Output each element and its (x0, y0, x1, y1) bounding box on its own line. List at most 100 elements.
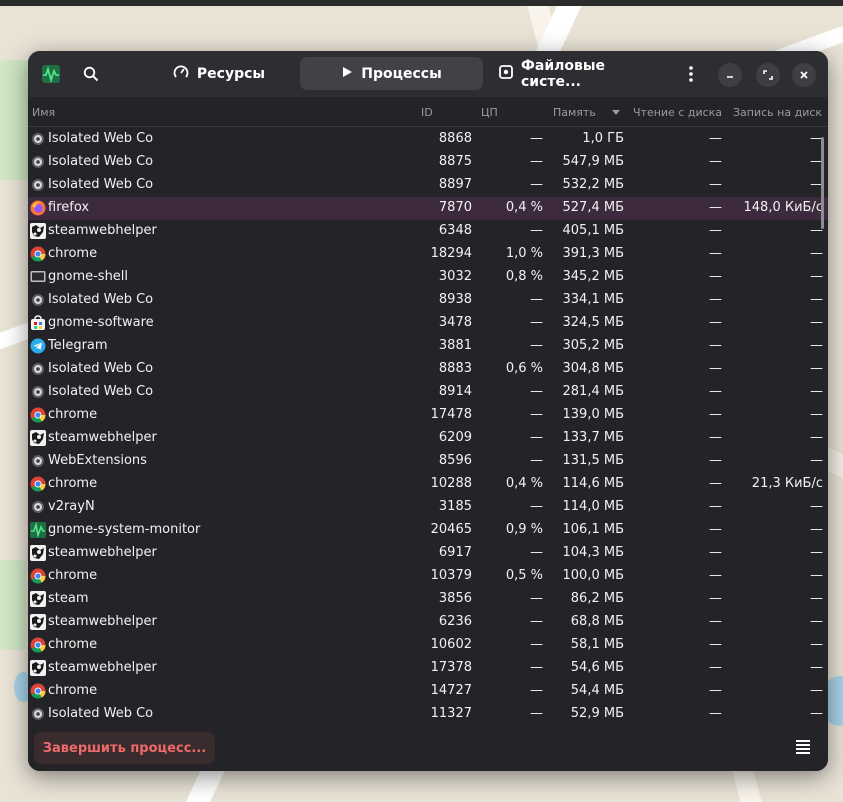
process-row[interactable]: v2rayN 3185 — 114,0 МБ — — (28, 496, 828, 519)
process-row[interactable]: Isolated Web Co 8875—547,9 МБ — — (28, 151, 828, 174)
close-button[interactable] (792, 63, 816, 87)
process-row[interactable]: Telegram 3881 — 305,2 МБ — — (28, 335, 828, 358)
process-row[interactable]: gnome-shell 3032 0,8 % 345,2 МБ — — (28, 266, 828, 289)
process-name: chrome (48, 637, 98, 652)
process-id: 8897 (438, 177, 472, 192)
process-name: steamwebhelper (48, 223, 157, 238)
process-row[interactable]: firefox 7870 0,4 % 527,4 МБ — 148,0 КиБ/с (28, 197, 828, 220)
system-monitor-icon (30, 521, 46, 538)
process-cpu: — (530, 407, 543, 422)
minimize-button[interactable] (718, 63, 742, 87)
steam-icon (30, 430, 46, 446)
process-name: chrome (48, 476, 98, 491)
process-id: 20465 (430, 522, 472, 537)
process-cpu: — (530, 683, 543, 698)
process-row[interactable]: Isolated Web Co 8868—1,0 ГБ — — (28, 128, 828, 151)
process-row[interactable]: Isolated Web Co 8914 — 281,4 МБ — — (28, 381, 828, 404)
process-name: gnome-shell (48, 269, 129, 284)
process-disk-read: — (709, 315, 722, 330)
tab-processes[interactable]: Процессы (300, 57, 483, 90)
process-row[interactable]: Isolated Web Co 8897—532,2 МБ — — (28, 174, 828, 197)
process-id: 6917 (438, 545, 472, 560)
process-row[interactable]: steamwebhelper 6209 — 133,7 МБ — — (28, 427, 828, 450)
process-cpu: — (530, 430, 543, 445)
process-disk-read: — (709, 476, 722, 491)
process-cpu: 0,5 % (505, 568, 543, 583)
process-cpu: 0,9 % (505, 522, 543, 537)
column-cpu[interactable]: ЦП (481, 106, 498, 119)
process-disk-read: — (709, 292, 722, 307)
tab-label: Ресурсы (196, 65, 266, 82)
process-disk-read: — (709, 522, 722, 537)
process-memory: 58,1 МБ (570, 637, 624, 652)
process-row[interactable]: steamwebhelper 6917 — 104,3 МБ — — (28, 542, 828, 565)
tab-resources[interactable]: Ресурсы (138, 57, 300, 90)
column-memory[interactable]: Память (553, 106, 596, 119)
process-row[interactable]: steamwebhelper 17378 — 54,6 МБ — — (28, 657, 828, 680)
process-cpu: — (530, 706, 543, 721)
scrollbar-thumb[interactable] (821, 137, 824, 229)
column-name[interactable]: Имя (32, 106, 55, 119)
end-process-button[interactable]: Завершить процесс... (34, 732, 215, 764)
kebab-menu-icon[interactable] (680, 51, 702, 97)
process-memory: 281,4 МБ (562, 384, 624, 399)
process-disk-write: — (810, 315, 823, 330)
process-row[interactable]: gnome-system-monitor 20465 0,9 % 106,1 МБ — — (28, 519, 828, 542)
process-row[interactable]: Isolated Web Co 11327 — 52,9 МБ — — (28, 703, 828, 725)
maximize-button[interactable] (756, 63, 780, 87)
process-disk-read: — (709, 614, 722, 629)
process-name: chrome (48, 246, 98, 261)
process-row[interactable]: WebExtensions 8596 — 131,5 МБ — — (28, 450, 828, 473)
process-disk-read: — (709, 131, 722, 146)
process-id: 8596 (438, 453, 472, 468)
steam-icon (30, 545, 46, 561)
process-id: 17378 (430, 660, 472, 675)
process-id: 7870 (438, 200, 472, 215)
list-view-icon[interactable] (794, 739, 814, 757)
process-cpu: — (530, 499, 543, 514)
search-icon[interactable] (78, 51, 104, 97)
process-row[interactable]: gnome-software 3478 — 324,5 МБ — — (28, 312, 828, 335)
process-memory: 305,2 МБ (562, 338, 624, 353)
process-row[interactable]: chrome 14727 — 54,4 МБ — — (28, 680, 828, 703)
process-disk-write: — (810, 407, 823, 422)
process-cpu: — (530, 545, 543, 560)
process-name: Isolated Web Co (48, 177, 154, 192)
process-row[interactable]: steam 3856 — 86,2 МБ — — (28, 588, 828, 611)
process-row[interactable]: steamwebhelper 6236 — 68,8 МБ — — (28, 611, 828, 634)
process-row[interactable]: chrome 17478 — 139,0 МБ — — (28, 404, 828, 427)
process-disk-read: — (709, 637, 722, 652)
tab-label: Процессы (361, 65, 442, 82)
process-row[interactable]: steamwebhelper 6348—405,1 МБ — — (28, 220, 828, 243)
process-disk-read: — (709, 177, 722, 192)
gear-icon (30, 361, 46, 377)
tab-filesystems[interactable]: Файловые систе... (487, 57, 667, 90)
process-id: 18294 (430, 246, 472, 261)
column-disk-write[interactable]: Запись на диск (733, 106, 822, 119)
process-memory: 131,5 МБ (562, 453, 624, 468)
process-row[interactable]: Isolated Web Co 8938 — 334,1 МБ — — (28, 289, 828, 312)
gear-icon (30, 131, 46, 147)
process-row[interactable]: Isolated Web Co 8883 0,6 % 304,8 МБ — — (28, 358, 828, 381)
process-name: gnome-software (48, 315, 154, 330)
process-row[interactable]: chrome 18294 1,0 % 391,3 МБ — — (28, 243, 828, 266)
process-disk-read: — (709, 223, 722, 238)
process-id: 8875 (438, 154, 472, 169)
chrome-icon (30, 476, 46, 492)
gear-icon (30, 499, 46, 515)
process-disk-read: — (709, 660, 722, 675)
process-memory: 527,4 МБ (562, 200, 624, 215)
column-disk-read[interactable]: Чтение с диска (633, 106, 722, 119)
process-row[interactable]: chrome 10602 — 58,1 МБ — — (28, 634, 828, 657)
process-id: 6348 (438, 223, 472, 238)
gear-icon (30, 453, 46, 469)
process-name: steamwebhelper (48, 614, 157, 629)
process-row[interactable]: chrome 10379 0,5 % 100,0 МБ — — (28, 565, 828, 588)
process-cpu: — (530, 292, 543, 307)
process-memory: 114,6 МБ (562, 476, 624, 491)
column-id[interactable]: ID (421, 106, 433, 119)
process-row[interactable]: chrome 10288 0,4 % 114,6 МБ — 21,3 КиБ/с (28, 473, 828, 496)
process-id: 8938 (438, 292, 472, 307)
gear-icon (30, 292, 46, 308)
process-memory: 405,1 МБ (562, 223, 624, 238)
